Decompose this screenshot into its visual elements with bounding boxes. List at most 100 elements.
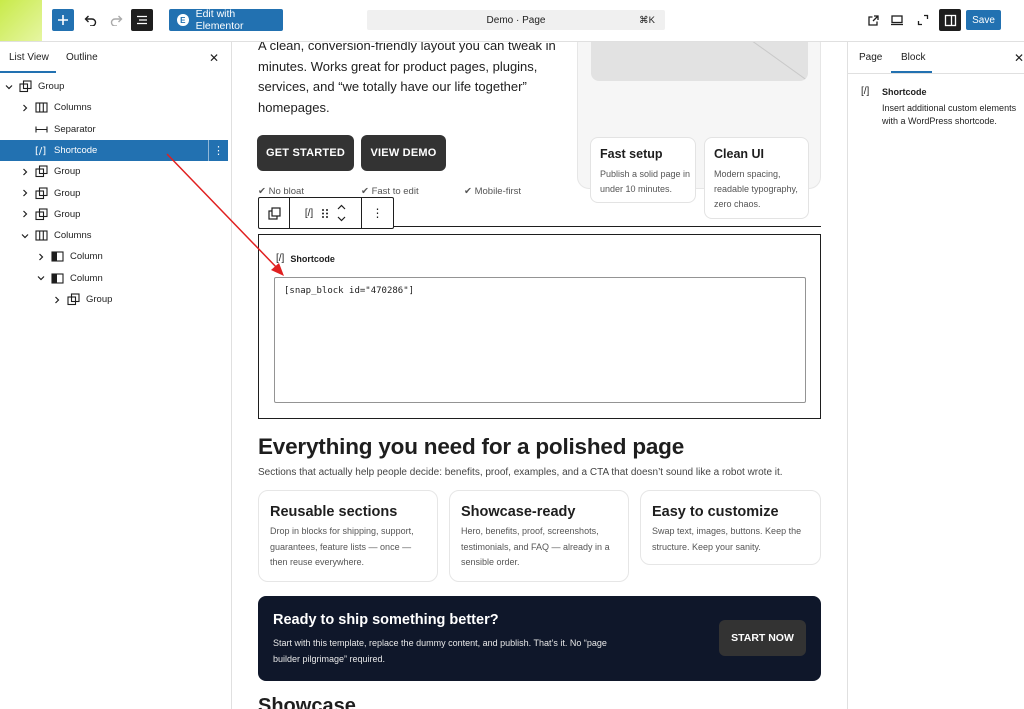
block-card-description: Insert additional custom elements with a… bbox=[882, 103, 1017, 126]
list-item-column[interactable]: Column bbox=[0, 268, 228, 289]
showcase-heading[interactable]: Showcase bbox=[258, 695, 356, 709]
view-page-button[interactable] bbox=[862, 9, 884, 31]
command-palette-bar[interactable]: Demo · Page ⌘K bbox=[367, 10, 665, 30]
chevron-right-icon[interactable] bbox=[21, 168, 31, 176]
list-item-column[interactable]: Column bbox=[0, 246, 228, 267]
group-icon bbox=[35, 165, 48, 178]
cta-banner[interactable]: Ready to ship something better? Start wi… bbox=[258, 596, 821, 681]
section-heading[interactable]: Everything you need for a polished page bbox=[258, 434, 684, 460]
list-item-group[interactable]: Group bbox=[0, 76, 228, 97]
undo-button[interactable] bbox=[79, 9, 101, 31]
card-easy-to-customize[interactable]: Easy to customize Swap text, images, but… bbox=[640, 490, 821, 565]
chevron-right-icon[interactable] bbox=[21, 210, 31, 218]
chevron-right-icon[interactable] bbox=[53, 296, 63, 304]
close-icon[interactable]: ✕ bbox=[1014, 51, 1024, 65]
list-item-label: Separator bbox=[54, 123, 96, 135]
chevron-right-icon[interactable] bbox=[21, 189, 31, 197]
group-icon bbox=[67, 293, 80, 306]
editor-toolbar: E Edit with Elementor Demo · Page ⌘K Sav… bbox=[0, 0, 1024, 42]
list-item-label: Group bbox=[54, 187, 81, 199]
list-item-group[interactable]: Group bbox=[0, 183, 228, 204]
plus-icon bbox=[58, 15, 68, 25]
edit-with-elementor-button[interactable]: E Edit with Elementor bbox=[169, 8, 283, 32]
tab-list-view[interactable]: List View bbox=[9, 52, 49, 63]
separator-icon bbox=[35, 123, 48, 136]
save-button[interactable]: Save bbox=[966, 10, 1001, 30]
desktop-icon bbox=[891, 15, 903, 26]
close-icon[interactable]: ✕ bbox=[209, 51, 219, 65]
feature-card-title: Fast setup bbox=[600, 147, 663, 161]
select-parent-button[interactable] bbox=[259, 198, 290, 228]
device-preview-button[interactable] bbox=[886, 9, 908, 31]
list-item-columns[interactable]: Columns bbox=[0, 225, 228, 246]
redo-button[interactable] bbox=[105, 9, 127, 31]
cta-text: Start with this template, replace the du… bbox=[273, 638, 607, 664]
section-subheading[interactable]: Sections that actually help people decid… bbox=[258, 467, 783, 478]
block-card-title: Shortcode bbox=[882, 87, 927, 97]
card-reusable-sections[interactable]: Reusable sections Drop in blocks for shi… bbox=[258, 490, 438, 582]
settings-sidebar: Page Block ✕ [/] Shortcode Insert additi… bbox=[847, 42, 1024, 709]
cta-title: Ready to ship something better? bbox=[273, 612, 499, 628]
more-vertical-icon: ⋮ bbox=[371, 206, 384, 220]
shortcode-block[interactable]: [/] Shortcode [snap_block id="470286"] bbox=[258, 234, 821, 419]
list-view-tabs: List View Outline ✕ bbox=[0, 42, 231, 73]
shortcode-textarea[interactable]: [snap_block id="470286"] bbox=[274, 277, 806, 403]
shortcode-icon[interactable]: [/] bbox=[305, 208, 313, 219]
drag-handle-icon[interactable] bbox=[321, 208, 329, 219]
list-item-label: Group bbox=[38, 81, 65, 92]
check-mobile-first: ✔ Mobile-first bbox=[464, 186, 522, 197]
image-placeholder[interactable] bbox=[591, 42, 808, 81]
list-item-label: Columns bbox=[54, 230, 92, 242]
feature-card-clean-ui[interactable]: Clean UI Modern spacing, readable typogr… bbox=[704, 137, 809, 219]
tab-block[interactable]: Block bbox=[901, 52, 925, 63]
svg-text:[/]: [/] bbox=[35, 146, 46, 157]
list-view-panel: List View Outline ✕ Group Columns Separato… bbox=[0, 42, 232, 709]
chevron-down-icon[interactable] bbox=[5, 83, 15, 91]
get-started-button[interactable]: GET STARTED bbox=[257, 135, 354, 171]
block-inserter-button[interactable] bbox=[52, 9, 74, 31]
group-icon bbox=[35, 186, 48, 200]
card-showcase-ready[interactable]: Showcase-ready Hero, benefits, proof, sc… bbox=[449, 490, 629, 582]
divider bbox=[848, 73, 1024, 74]
list-item-shortcode[interactable]: [/] Shortcode ⋮ bbox=[0, 139, 228, 161]
site-icon[interactable] bbox=[0, 0, 42, 41]
zoom-out-button[interactable] bbox=[912, 9, 934, 31]
card-text: Drop in blocks for shipping, support, gu… bbox=[270, 526, 414, 567]
chevron-down-icon[interactable] bbox=[37, 274, 47, 282]
shortcode-icon: [/] bbox=[276, 253, 285, 264]
active-tab-indicator bbox=[0, 71, 56, 73]
list-item-label: Group bbox=[54, 208, 81, 220]
editor-canvas[interactable]: A clean, conversion-friendly layout you … bbox=[232, 42, 847, 709]
check-no-bloat: ✔ No bloat bbox=[258, 186, 304, 197]
external-link-icon bbox=[867, 14, 879, 26]
feature-card-title: Clean UI bbox=[714, 147, 765, 161]
card-title: Reusable sections bbox=[270, 504, 398, 520]
block-options-icon[interactable]: ⋮ bbox=[208, 139, 228, 161]
tab-outline[interactable]: Outline bbox=[66, 52, 98, 63]
check-fast-to-edit: ✔ Fast to edit bbox=[361, 186, 419, 197]
tab-page[interactable]: Page bbox=[859, 52, 882, 63]
hero-paragraph[interactable]: A clean, conversion-friendly layout you … bbox=[258, 42, 558, 118]
list-item-group[interactable]: Group bbox=[0, 289, 228, 310]
list-item-separator[interactable]: Separator bbox=[0, 119, 228, 140]
start-now-button[interactable]: START NOW bbox=[719, 620, 806, 656]
move-up-down-icon[interactable] bbox=[337, 203, 346, 223]
shortcode-label-text: Shortcode bbox=[290, 253, 335, 264]
list-item-columns[interactable]: Columns bbox=[0, 97, 228, 118]
settings-sidebar-toggle[interactable] bbox=[939, 9, 961, 31]
chevron-right-icon[interactable] bbox=[37, 253, 47, 261]
list-item-group[interactable]: Group bbox=[0, 204, 228, 225]
feature-card-text: Publish a solid page in under 10 minutes… bbox=[600, 169, 691, 194]
block-options-button[interactable]: ⋮ bbox=[362, 198, 393, 228]
chevron-right-icon[interactable] bbox=[21, 104, 31, 112]
sidebar-icon bbox=[944, 14, 956, 26]
view-demo-button[interactable]: VIEW DEMO bbox=[361, 135, 446, 171]
list-item-group[interactable]: Group bbox=[0, 161, 228, 182]
document-overview-button[interactable] bbox=[131, 9, 153, 31]
column-icon bbox=[51, 272, 64, 285]
chevron-down-icon[interactable] bbox=[21, 232, 31, 240]
feature-card-fast-setup[interactable]: Fast setup Publish a solid page in under… bbox=[590, 137, 696, 203]
hero-visual-panel: Fast setup Publish a solid page in under… bbox=[577, 42, 821, 219]
columns-icon bbox=[35, 229, 48, 242]
elementor-button-label: Edit with Elementor bbox=[195, 8, 244, 32]
